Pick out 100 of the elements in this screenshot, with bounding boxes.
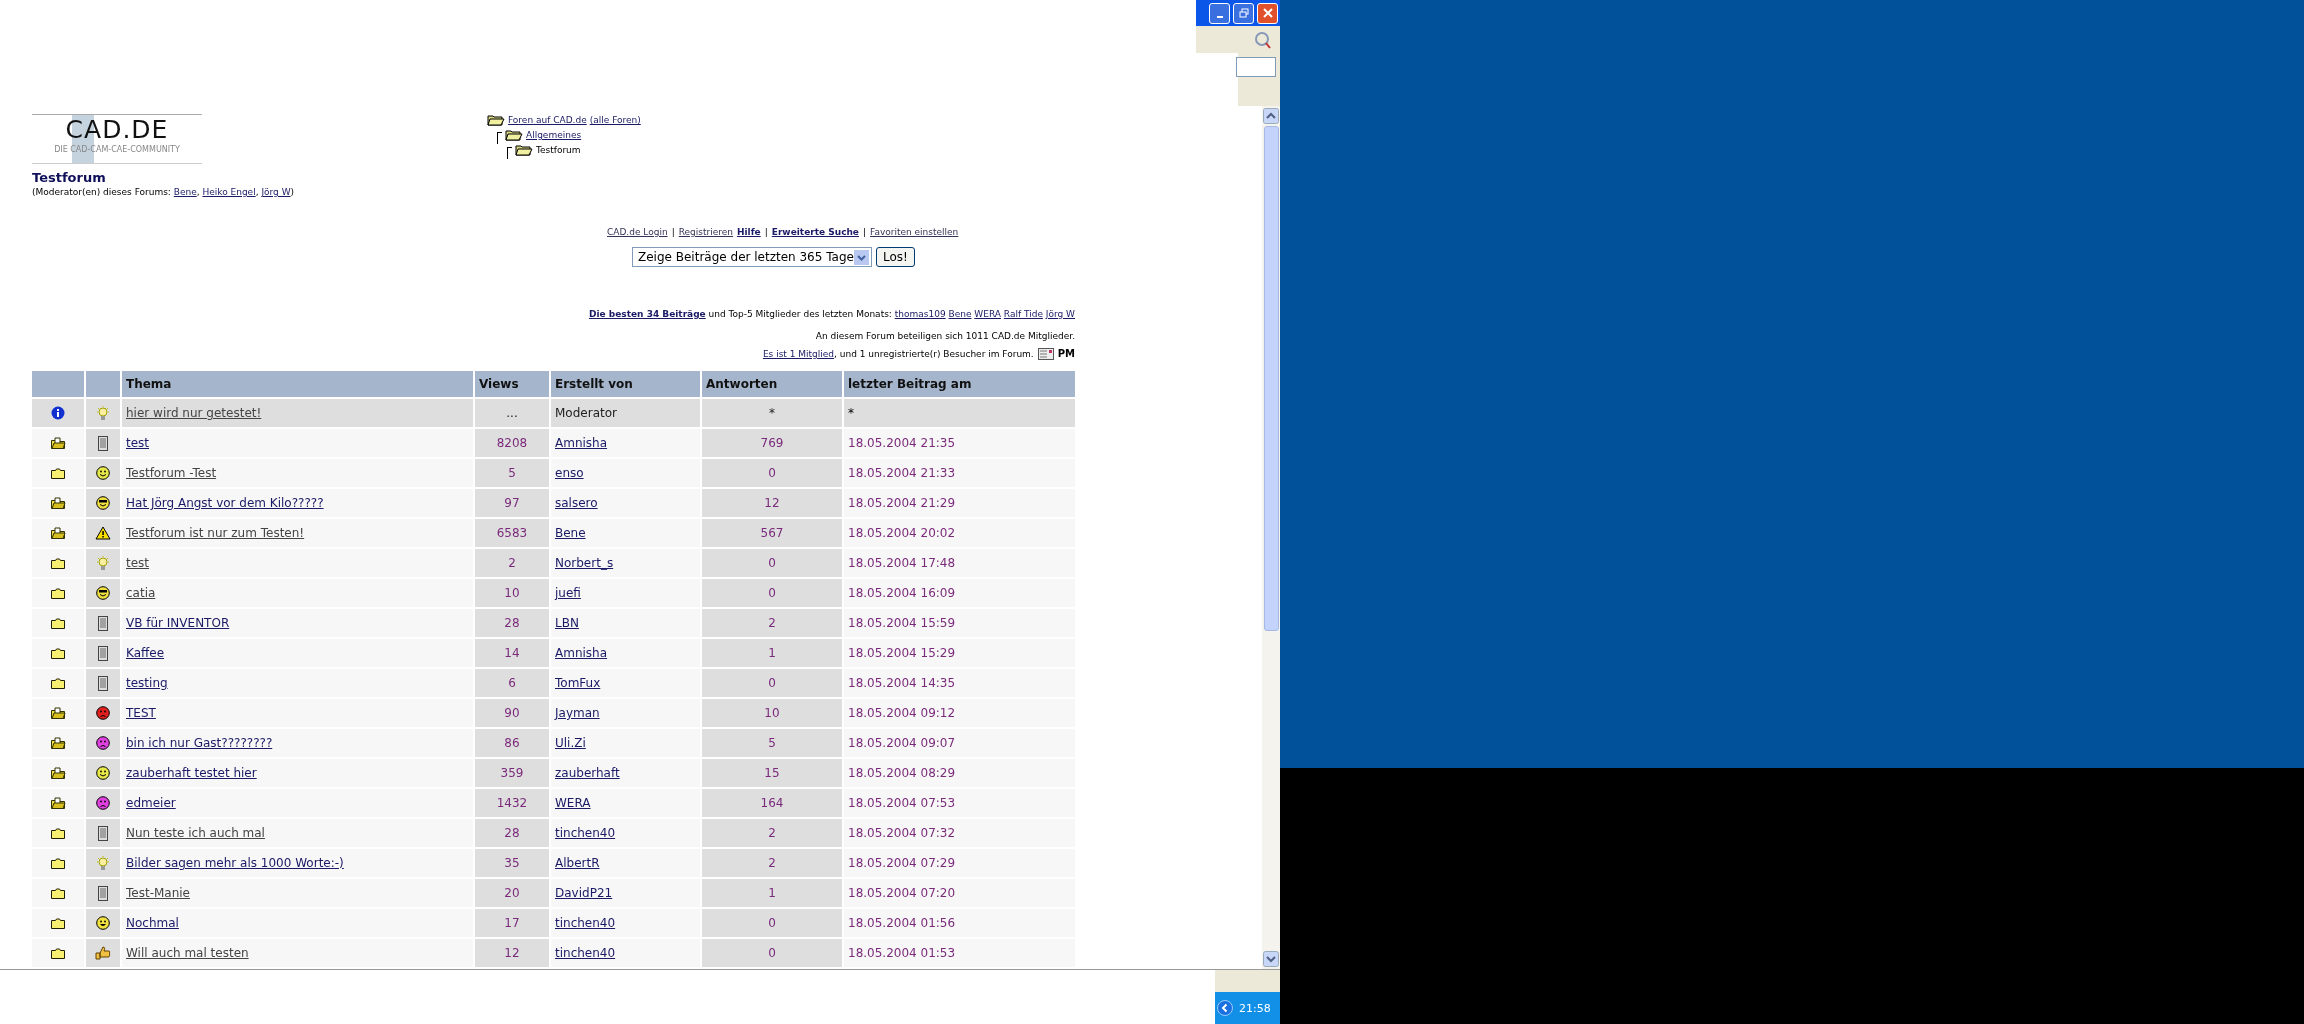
moderator-link[interactable]: Jörg W [261,187,291,197]
all-forums-link[interactable]: (alle Foren) [589,115,641,125]
document-icon [97,825,109,841]
author-link[interactable]: Jayman [555,706,600,720]
scroll-down-icon[interactable] [1263,951,1279,967]
author-link[interactable]: Bene [555,526,586,540]
table-cell: 8208 [475,429,549,457]
folder-icon [51,917,65,929]
topic-link[interactable]: Test-Manie [126,886,190,900]
topic-link[interactable]: TEST [126,706,156,720]
lightbulb-icon [96,405,110,421]
pm-label[interactable]: PM [1057,347,1075,361]
breadcrumb-link[interactable]: Allgemeines [526,130,582,140]
best-posts-link[interactable]: Die besten 34 Beiträge [589,309,706,319]
topic-link[interactable]: catia [126,586,156,600]
author-link[interactable]: tinchen40 [555,916,616,930]
warning-icon [95,526,111,540]
column-header: Erstellt von [551,371,700,397]
folder-with-papers-icon [50,527,66,539]
site-logo[interactable]: CAD.DE DIE CAD-CAM-CAE-COMMUNITY [32,114,202,164]
table-cell: 97 [475,489,549,517]
nav-link[interactable]: Registrieren [678,227,733,237]
table-cell: 18.05.2004 01:53 [844,939,1075,967]
minimize-button[interactable] [1209,2,1230,24]
author-link[interactable]: juefi [555,586,581,600]
topic-link[interactable]: Will auch mal testen [126,946,249,960]
table-cell: 18.05.2004 15:29 [844,639,1075,667]
table-cell: * [702,399,842,427]
nav-link[interactable]: Favoriten einstellen [870,227,959,237]
open-folder-icon [515,144,533,156]
online-users-text: Es ist 1 Mitglied, und 1 unregistrierte(r) Besucher im Forum. [762,348,1034,361]
author-link[interactable]: Amnisha [555,646,608,660]
author-link[interactable]: tinchen40 [555,826,616,840]
member-link[interactable]: Jörg W [1045,309,1075,319]
smiley-icon [96,496,110,510]
author-link[interactable]: WERA [555,796,591,810]
moderator-link[interactable]: Bene [173,187,197,197]
table-cell: 2 [702,609,842,637]
breadcrumb-link[interactable]: Foren auf CAD.de [508,115,587,125]
author-link[interactable]: zauberhaft [555,766,620,780]
nav-link[interactable]: Hilfe [737,227,761,237]
minimize-icon [1216,16,1223,18]
close-button[interactable] [1257,2,1278,24]
period-dropdown[interactable]: Zeige Beiträge der letzten 365 Tage [632,247,872,267]
restore-button[interactable] [1233,2,1254,24]
topic-link[interactable]: Testforum ist nur zum Testen! [126,526,305,540]
topic-link[interactable]: test [126,556,150,570]
table-cell: 6 [475,669,549,697]
topic-link[interactable]: VB für INVENTOR [126,616,230,630]
document-icon [97,615,109,631]
topic-link[interactable]: Bilder sagen mehr als 1000 Worte:-) [126,856,344,870]
author-link[interactable]: AlbertR [555,856,600,870]
nav-link[interactable]: CAD.de Login [607,227,668,237]
topic-link[interactable]: edmeier [126,796,176,810]
scroll-up-icon[interactable] [1263,108,1279,124]
search-icon[interactable] [1254,30,1272,49]
chevron-left-icon[interactable] [1217,1000,1233,1016]
topic-link[interactable]: Kaffee [126,646,165,660]
table-cell: 18.05.2004 17:48 [844,549,1075,577]
member-link[interactable]: thomas109 [894,309,946,319]
member-link[interactable]: WERA [974,309,1001,319]
topic-link[interactable]: zauberhaft testet hier [126,766,257,780]
author-link[interactable]: enso [555,466,584,480]
topic-link[interactable]: Hat Jörg Angst vor dem Kilo????? [126,496,324,510]
go-button[interactable]: Los! [876,247,915,267]
member-link[interactable]: Bene [948,309,972,319]
nav-link[interactable]: Erweiterte Suche [771,227,859,237]
topic-link[interactable]: testing [126,676,168,690]
author-link[interactable]: DavidP21 [555,886,613,900]
author-link[interactable]: LBN [555,616,579,630]
folder-with-papers-icon [50,707,66,719]
document-icon [97,645,109,661]
topic-link[interactable]: Nochmal [126,916,179,930]
author-link[interactable]: tinchen40 [555,946,616,960]
folder-with-papers-icon [50,797,66,809]
author-link[interactable]: Amnisha [555,436,608,450]
table-cell: 164 [702,789,842,817]
topic-link[interactable]: hier wird nur getestet! [126,406,262,420]
member-link[interactable]: Ralf Tide [1003,309,1043,319]
vertical-scrollbar[interactable] [1262,106,1280,969]
search-field[interactable] [1236,56,1276,77]
topic-link[interactable]: bin ich nur Gast???????? [126,736,273,750]
author-link[interactable]: Uli.Zi [555,736,586,750]
topic-link[interactable]: Testforum -Test [126,466,217,480]
author-link[interactable]: Norbert_s [555,556,614,570]
table-cell: 18.05.2004 07:53 [844,789,1075,817]
table-cell: 18.05.2004 09:07 [844,729,1075,757]
folder-icon [51,467,65,479]
table-cell: 0 [702,459,842,487]
author-link[interactable]: TomFux [555,676,601,690]
topic-link[interactable]: Nun teste ich auch mal [126,826,265,840]
moderator-link[interactable]: Heiko Engel [202,187,256,197]
smiley-icon [96,466,110,480]
scroll-thumb[interactable] [1263,126,1279,631]
table-cell: 2 [702,819,842,847]
envelope-icon[interactable] [1037,348,1054,360]
author-link[interactable]: salsero [555,496,598,510]
table-cell: 0 [702,909,842,937]
topic-link[interactable]: test [126,436,150,450]
folder-with-papers-icon [50,437,66,449]
